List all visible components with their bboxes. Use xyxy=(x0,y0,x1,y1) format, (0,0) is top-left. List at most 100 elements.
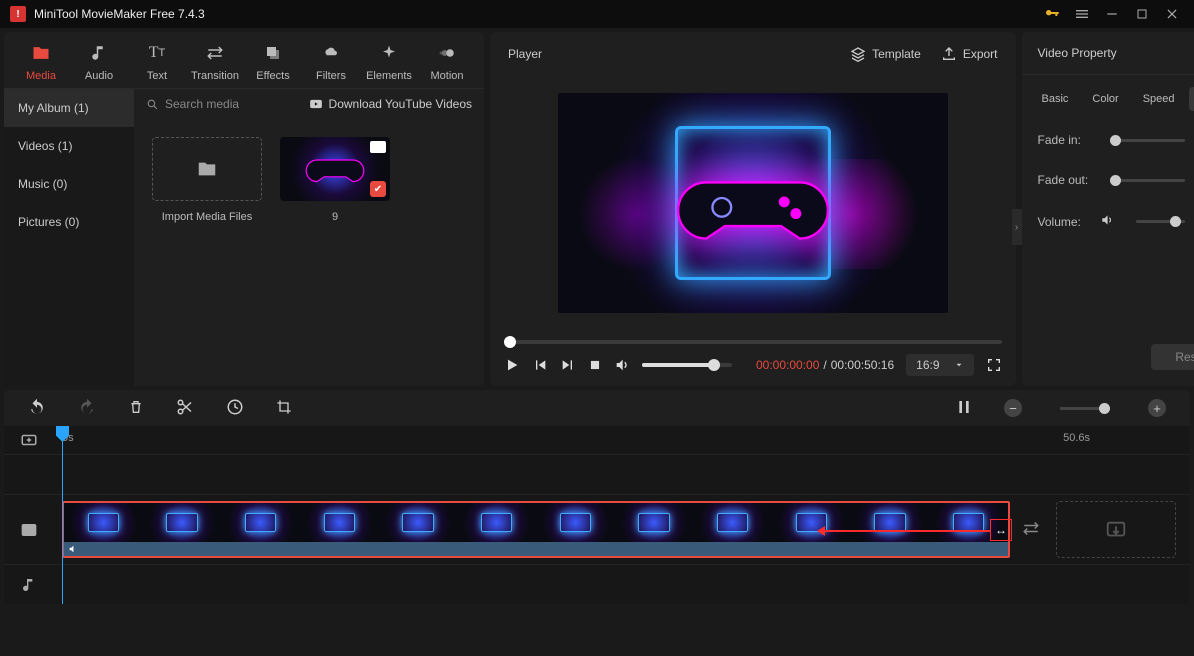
property-panel: › Video Property Basic Color Speed Audio… xyxy=(1022,32,1194,386)
tab-label: Filters xyxy=(316,70,346,82)
swap-icon xyxy=(204,42,226,64)
sidebar-item-videos[interactable]: Videos (1) xyxy=(4,127,134,165)
timeline: 0s 50.6s 50.6s ↔ xyxy=(4,426,1190,604)
reset-button[interactable]: Reset xyxy=(1151,344,1194,370)
export-label: Export xyxy=(963,47,998,61)
volume-prop-slider[interactable] xyxy=(1136,220,1185,223)
preview-viewport[interactable] xyxy=(558,93,948,313)
fade-in-label: Fade in: xyxy=(1038,133,1100,147)
speaker-icon xyxy=(1100,213,1120,230)
trim-handle[interactable]: ↔ xyxy=(990,519,1012,541)
template-label: Template xyxy=(872,47,921,61)
tab-motion[interactable]: Motion xyxy=(418,42,476,82)
media-panel: Media Audio TT Text Transition Effects F… xyxy=(4,32,484,386)
check-icon: ✔ xyxy=(370,181,386,197)
text-icon: TT xyxy=(146,42,168,64)
tab-media[interactable]: Media xyxy=(12,42,70,82)
drop-zone[interactable] xyxy=(1056,501,1176,558)
player-panel: Player Template Export xyxy=(490,32,1016,386)
volume-slider[interactable] xyxy=(642,363,732,367)
ptab-audio[interactable]: Audio xyxy=(1189,87,1194,111)
import-media-button[interactable] xyxy=(152,137,262,201)
speed-button[interactable] xyxy=(226,398,244,419)
ptab-speed[interactable]: Speed xyxy=(1133,87,1185,111)
tab-filters[interactable]: Filters xyxy=(302,42,360,82)
sidebar-item-album[interactable]: My Album (1) xyxy=(4,89,134,127)
volume-icon[interactable] xyxy=(614,357,630,373)
delete-button[interactable] xyxy=(128,399,144,418)
playhead[interactable] xyxy=(62,426,63,604)
ruler[interactable]: 0s 50.6s xyxy=(54,426,1190,454)
fade-out-slider[interactable] xyxy=(1110,179,1185,182)
menu-icon[interactable] xyxy=(1070,2,1094,26)
timeline-toolbar: − + xyxy=(4,390,1190,426)
app-logo: ! xyxy=(10,6,26,22)
tab-audio[interactable]: Audio xyxy=(70,42,128,82)
close-icon[interactable] xyxy=(1160,2,1184,26)
music-icon xyxy=(88,42,110,64)
fade-in-slider[interactable] xyxy=(1110,139,1185,142)
ptab-color[interactable]: Color xyxy=(1082,87,1128,111)
cloud-icon xyxy=(320,42,342,64)
import-label: Import Media Files xyxy=(162,211,252,223)
zoom-slider[interactable] xyxy=(1060,407,1110,410)
titlebar: ! MiniTool MovieMaker Free 7.4.3 xyxy=(0,0,1194,28)
download-label: Download YouTube Videos xyxy=(329,97,472,111)
scrub-handle[interactable] xyxy=(504,336,516,348)
audio-track-icon xyxy=(4,565,54,604)
tab-label: Audio xyxy=(85,70,113,82)
layers-icon xyxy=(262,42,284,64)
undo-button[interactable] xyxy=(28,398,46,419)
tab-effects[interactable]: Effects xyxy=(244,42,302,82)
minimize-icon[interactable] xyxy=(1100,2,1124,26)
upgrade-icon[interactable] xyxy=(1040,2,1064,26)
export-button[interactable]: Export xyxy=(941,46,998,62)
fullscreen-button[interactable] xyxy=(986,357,1002,373)
collapse-panel-button[interactable]: › xyxy=(1012,209,1022,245)
crop-button[interactable] xyxy=(276,399,292,418)
stop-button[interactable] xyxy=(588,358,602,372)
maximize-icon[interactable] xyxy=(1130,2,1154,26)
aspect-label: 16:9 xyxy=(916,358,939,372)
ptab-basic[interactable]: Basic xyxy=(1032,87,1079,111)
tab-label: Elements xyxy=(366,70,412,82)
tab-elements[interactable]: Elements xyxy=(360,42,418,82)
search-input[interactable]: Search media xyxy=(146,97,299,111)
scrubber[interactable] xyxy=(490,330,1016,350)
template-button[interactable]: Template xyxy=(850,46,921,62)
prev-frame-button[interactable] xyxy=(532,357,548,373)
tab-label: Text xyxy=(147,70,167,82)
category-tabs: Media Audio TT Text Transition Effects F… xyxy=(4,32,484,89)
tab-transition[interactable]: Transition xyxy=(186,42,244,82)
sidebar-item-pictures[interactable]: Pictures (0) xyxy=(4,203,134,241)
next-frame-button[interactable] xyxy=(560,357,576,373)
time-duration: 00:00:50:16 xyxy=(831,358,894,372)
redo-button[interactable] xyxy=(78,398,96,419)
property-title: Video Property xyxy=(1022,32,1194,75)
zoom-in-button[interactable]: + xyxy=(1148,399,1166,417)
video-track-icon xyxy=(4,495,54,564)
clip-label: 9 xyxy=(332,211,338,223)
tab-text[interactable]: TT Text xyxy=(128,42,186,82)
transition-slot-icon[interactable] xyxy=(1022,519,1040,540)
snap-button[interactable] xyxy=(956,399,972,418)
video-badge-icon xyxy=(370,141,386,153)
tab-label: Motion xyxy=(430,70,463,82)
aspect-select[interactable]: 16:9 xyxy=(906,354,973,376)
zoom-out-button[interactable]: − xyxy=(1004,399,1022,417)
download-youtube-button[interactable]: Download YouTube Videos xyxy=(309,97,472,111)
sidebar-item-music[interactable]: Music (0) xyxy=(4,165,134,203)
add-track-button[interactable] xyxy=(4,426,54,454)
player-title: Player xyxy=(508,47,542,61)
trim-arrow-annotation xyxy=(820,530,990,532)
sparkle-icon xyxy=(378,42,400,64)
volume-label: Volume: xyxy=(1038,215,1100,229)
play-button[interactable] xyxy=(504,357,520,373)
app-title: MiniTool MovieMaker Free 7.4.3 xyxy=(34,7,205,21)
time-current: 00:00:00:00 xyxy=(756,358,819,372)
clip-audio-lane xyxy=(64,542,1008,556)
split-button[interactable] xyxy=(176,398,194,419)
motion-icon xyxy=(436,42,458,64)
tick-end: 50.6s xyxy=(1063,432,1090,444)
media-clip[interactable]: ✔ xyxy=(280,137,390,201)
